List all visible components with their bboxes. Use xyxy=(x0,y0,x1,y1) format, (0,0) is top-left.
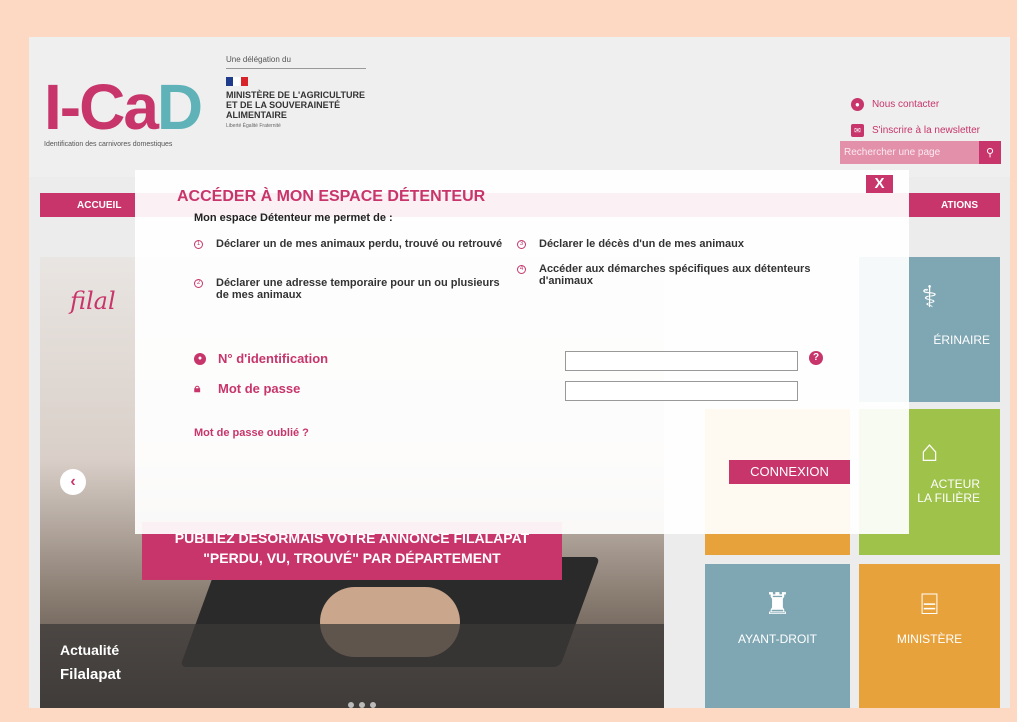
feature-item: 3 Déclarer le décès d'un de mes animaux xyxy=(517,238,817,250)
close-button[interactable]: X xyxy=(866,175,893,193)
feature-item: 2 Déclarer une adresse temporaire pour u… xyxy=(194,277,514,301)
feature-number: 1 xyxy=(194,240,203,249)
feature-item: 1 Déclarer un de mes animaux perdu, trou… xyxy=(194,238,514,250)
password-label-text: Mot de passe xyxy=(218,381,301,396)
feature-text: Déclarer une adresse temporaire pour un … xyxy=(216,277,500,301)
id-label-text: N° d'identification xyxy=(218,351,329,366)
password-input[interactable] xyxy=(565,381,798,401)
modal-intro: Mon espace Détenteur me permet de : xyxy=(194,212,393,224)
id-icon: ● xyxy=(194,352,206,365)
feature-item: 4 Accéder aux démarches spécifiques aux … xyxy=(517,263,817,287)
help-icon[interactable]: ? xyxy=(809,351,823,365)
feature-text: Déclarer un de mes animaux perdu, trouvé… xyxy=(216,238,503,250)
lock-icon: 🔒︎ xyxy=(194,381,201,395)
connexion-button[interactable]: CONNEXION xyxy=(729,460,850,484)
feature-number: 3 xyxy=(517,240,526,249)
feature-text: Déclarer le décès d'un de mes animaux xyxy=(539,238,744,250)
feature-text: Accéder aux démarches spécifiques aux dé… xyxy=(539,263,811,287)
login-modal: ACCÉDER À MON ESPACE DÉTENTEUR X Mon esp… xyxy=(135,170,909,534)
feature-number: 2 xyxy=(194,279,203,288)
forgot-password-link[interactable]: Mot de passe oublié ? xyxy=(194,427,309,439)
id-field-label: ● N° d'identification xyxy=(194,351,328,366)
modal-overlay: ACCÉDER À MON ESPACE DÉTENTEUR X Mon esp… xyxy=(0,0,1017,722)
password-field-label: 🔒︎ Mot de passe xyxy=(194,381,300,396)
identification-input[interactable] xyxy=(565,351,798,371)
feature-number: 4 xyxy=(517,265,526,274)
modal-title: ACCÉDER À MON ESPACE DÉTENTEUR xyxy=(177,188,486,205)
